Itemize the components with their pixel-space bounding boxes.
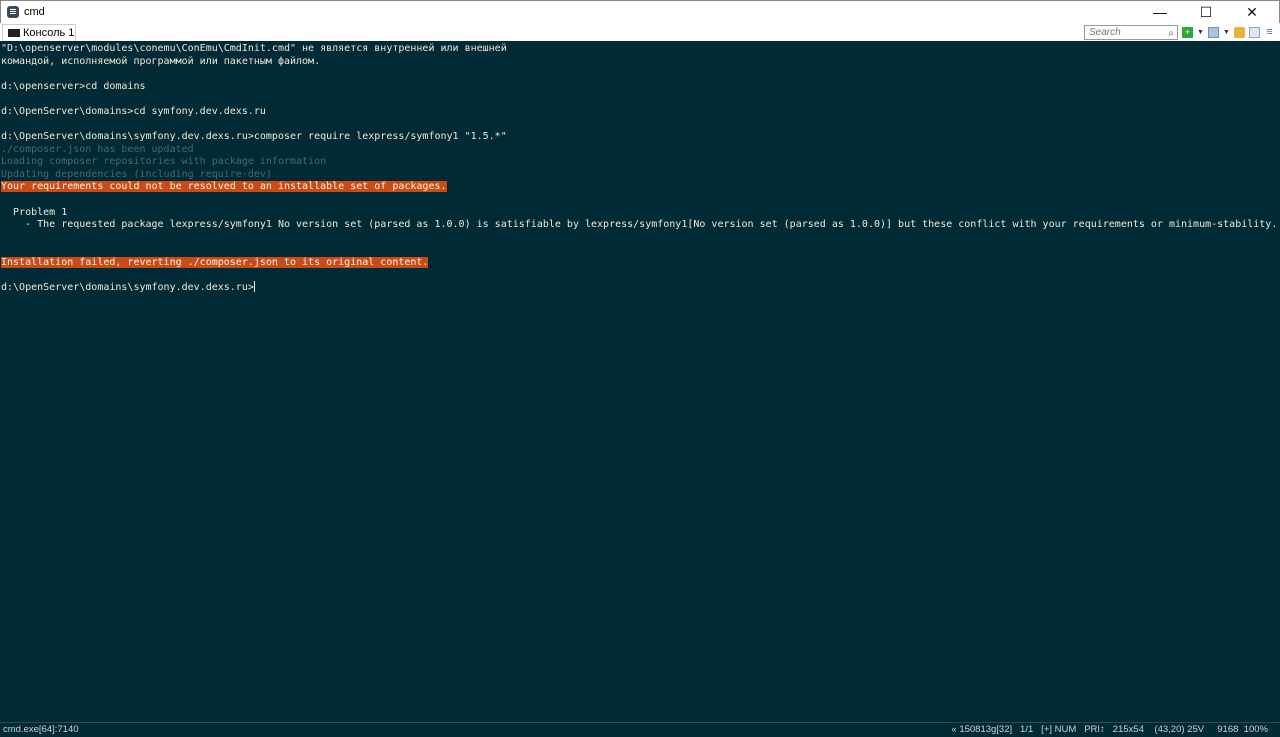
- search-placeholder: Search: [1089, 27, 1121, 38]
- terminal-line-text: Loading composer repositories with packa…: [1, 156, 327, 168]
- terminal-line-text: d:\openserver>cd domains: [1, 80, 146, 92]
- terminal-line: Loading composer repositories with packa…: [1, 155, 326, 168]
- terminal-line-text: Your requirements could not be resolved …: [1, 181, 447, 193]
- terminal-line: Updating dependencies (including require…: [1, 168, 272, 181]
- terminal-line-text: Updating dependencies (including require…: [1, 168, 272, 180]
- terminal-line: Installation failed, reverting ./compose…: [1, 256, 429, 269]
- terminal-line: d:\openserver>cd domains: [1, 80, 146, 93]
- terminal-line-text: d:\OpenServer\domains\symfony.dev.dexs.r…: [1, 282, 254, 294]
- terminal-line: - The requested package lexpress/symfony…: [1, 218, 1277, 231]
- window-title: cmd: [24, 6, 45, 18]
- terminal-line: "D:\openserver\modules\conemu\ConEmu\Cmd…: [1, 42, 507, 55]
- terminal-line-text: - The requested package lexpress/symfony…: [1, 219, 1278, 231]
- search-icon[interactable]: ⌕: [1168, 27, 1174, 40]
- terminal-console[interactable]: "D:\openserver\modules\conemu\ConEmu\Cmd…: [0, 41, 1280, 722]
- terminal-line: d:\OpenServer\domains\symfony.dev.dexs.r…: [1, 130, 507, 143]
- terminal-line: Your requirements could not be resolved …: [1, 180, 447, 193]
- terminal-line-text: Installation failed, reverting ./compose…: [1, 256, 429, 268]
- terminal-line-text: d:\OpenServer\domains\symfony.dev.dexs.r…: [1, 131, 507, 143]
- close-button[interactable]: ✕: [1229, 1, 1275, 24]
- panel-icon[interactable]: [1249, 27, 1260, 38]
- terminal-line-text: ./composer.json has been updated: [1, 143, 194, 155]
- new-console-dropdown-icon[interactable]: ▼: [1195, 27, 1206, 38]
- maximize-button[interactable]: ☐: [1183, 1, 1229, 24]
- app-icon[interactable]: [7, 6, 19, 18]
- terminal-line-text: "D:\openserver\modules\conemu\ConEmu\Cmd…: [1, 43, 507, 54]
- terminal-line-text: Problem 1: [1, 206, 68, 218]
- menu-icon[interactable]: ≡: [1264, 27, 1275, 38]
- tab-label: Консоль 1: [23, 27, 75, 39]
- tab-console-1[interactable]: Консоль 1: [2, 24, 76, 41]
- status-process: cmd.exe[64]:7140: [3, 724, 79, 735]
- console-icon: [8, 29, 20, 37]
- terminal-line-text: d:\OpenServer\domains>cd symfony.dev.dex…: [1, 105, 266, 117]
- view-dropdown-icon[interactable]: ▼: [1221, 27, 1232, 38]
- new-console-icon[interactable]: +: [1182, 27, 1193, 38]
- search-input[interactable]: Search ⌕: [1084, 25, 1178, 40]
- terminal-line: Problem 1: [1, 206, 67, 219]
- split-view-icon[interactable]: [1208, 27, 1219, 38]
- text-cursor: [253, 281, 255, 293]
- terminal-line: d:\OpenServer\domains>cd symfony.dev.dex…: [1, 105, 266, 118]
- minimize-button[interactable]: —: [1137, 1, 1183, 24]
- lock-icon[interactable]: [1234, 27, 1245, 38]
- title-bar: cmd — ☐ ✕: [0, 0, 1280, 23]
- terminal-line-text: командой, исполняемой программой или пак…: [1, 55, 321, 67]
- terminal-line: ./composer.json has been updated: [1, 143, 194, 156]
- status-info: « 150813g[32] 1/1 [+] NUM PRI↕ 215x54 (4…: [951, 724, 1268, 735]
- terminal-line: командой, исполняемой программой или пак…: [1, 55, 320, 68]
- terminal-line: d:\OpenServer\domains\symfony.dev.dexs.r…: [1, 281, 255, 294]
- status-bar: cmd.exe[64]:7140 « 150813g[32] 1/1 [+] N…: [0, 722, 1280, 737]
